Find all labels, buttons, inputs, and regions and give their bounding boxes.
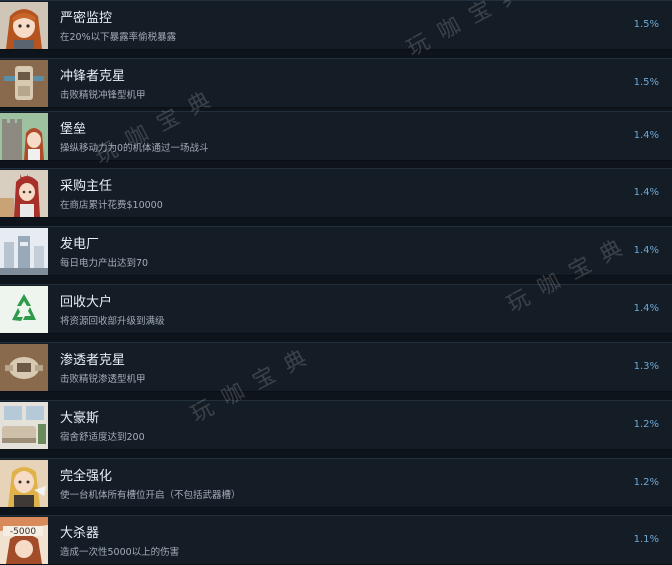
achievement-title: 采购主任 <box>60 179 113 194</box>
achievement-title: 冲锋者克星 <box>60 69 126 84</box>
damage-icon: -5000 <box>0 517 48 564</box>
girl-shopping-icon <box>0 170 48 217</box>
achievement-row[interactable]: 冲锋者克星 击败精锐冲锋型机甲 1.5% <box>0 58 672 108</box>
achievement-description: 每日电力产出达到70 <box>60 258 149 269</box>
recycle-icon <box>0 286 48 333</box>
achievement-title: 大杀器 <box>60 526 100 541</box>
unlock-percentage: 1.4% <box>633 245 659 256</box>
achievement-description: 操纵移动力为0的机体通过一场战斗 <box>60 143 209 154</box>
achievement-row[interactable]: 回收大户 将资源回收部升级到满级 1.4% <box>0 284 672 334</box>
achievement-row[interactable]: 采购主任 在商店累计花费$10000 1.4% <box>0 168 672 218</box>
achievement-row[interactable]: 发电厂 每日电力产出达到70 1.4% <box>0 226 672 276</box>
unlock-percentage: 1.2% <box>633 419 659 430</box>
achievement-title: 回收大户 <box>60 295 113 310</box>
achievement-title: 堡垒 <box>60 122 87 137</box>
unlock-percentage: 1.4% <box>633 303 659 314</box>
achievement-description: 在商店累计花费$10000 <box>60 200 163 211</box>
achievement-title: 发电厂 <box>60 237 100 252</box>
mech-icon <box>0 60 48 107</box>
achievement-description: 造成一次性5000以上的伤害 <box>60 547 180 558</box>
room-icon <box>0 402 48 449</box>
achievement-title: 严密监控 <box>60 11 113 26</box>
achievement-title: 渗透者克星 <box>60 353 126 368</box>
unlock-percentage: 1.4% <box>633 130 659 141</box>
achievement-description: 使一台机体所有槽位开启（不包括武器槽） <box>60 490 241 501</box>
achievement-row[interactable]: 渗透者克星 击败精锐渗透型机甲 1.3% <box>0 342 672 392</box>
achievement-row[interactable]: 完全强化 使一台机体所有槽位开启（不包括武器槽） 1.2% <box>0 458 672 508</box>
achievement-row[interactable]: 堡垒 操纵移动力为0的机体通过一场战斗 1.4% <box>0 111 672 161</box>
unlock-percentage: 1.2% <box>633 477 659 488</box>
unlock-percentage: 1.4% <box>633 187 659 198</box>
castle-icon <box>0 113 48 160</box>
mech-icon <box>0 344 48 391</box>
achievement-row[interactable]: 严密监控 在20%以下暴露率偷税暴露 1.5% <box>0 0 672 50</box>
achievement-row[interactable]: 大豪斯 宿舍舒适度达到200 1.2% <box>0 400 672 450</box>
achievement-description: 击败精锐冲锋型机甲 <box>60 90 146 101</box>
achievement-title: 完全强化 <box>60 469 113 484</box>
achievement-title: 大豪斯 <box>60 411 100 426</box>
svg-text:-5000: -5000 <box>10 527 36 537</box>
power-plant-icon <box>0 228 48 275</box>
achievement-description: 将资源回收部升级到满级 <box>60 316 165 327</box>
unlock-percentage: 1.5% <box>633 77 659 88</box>
unlock-percentage: 1.3% <box>633 361 659 372</box>
unlock-percentage: 1.1% <box>633 534 659 545</box>
achievement-row[interactable]: -5000 大杀器 造成一次性5000以上的伤害 1.1% <box>0 515 672 565</box>
girl-portrait-icon <box>0 460 48 507</box>
achievement-description: 击败精锐渗透型机甲 <box>60 374 146 385</box>
achievement-description: 宿舍舒适度达到200 <box>60 432 145 443</box>
girl-portrait-icon <box>0 2 48 49</box>
achievement-description: 在20%以下暴露率偷税暴露 <box>60 32 177 43</box>
unlock-percentage: 1.5% <box>633 19 659 30</box>
achievement-list: 严密监控 在20%以下暴露率偷税暴露 1.5% 冲锋者克星 击败精锐冲锋型机甲 … <box>0 0 672 565</box>
